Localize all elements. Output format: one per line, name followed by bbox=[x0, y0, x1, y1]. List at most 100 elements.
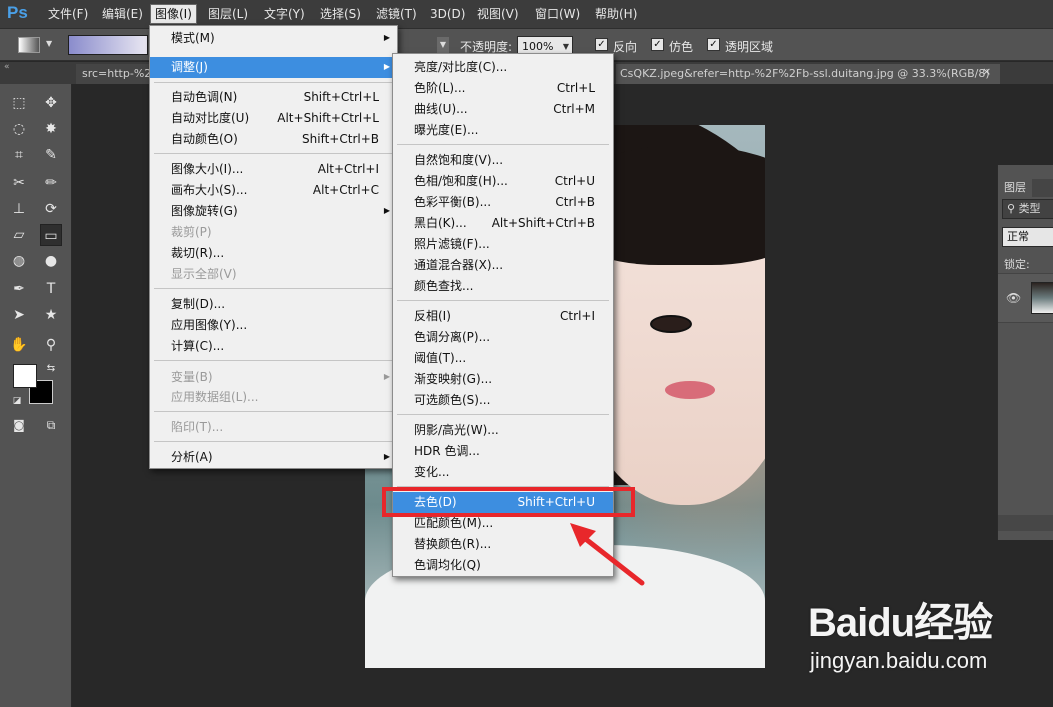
menu-item-trim[interactable]: 裁切(R)... bbox=[150, 243, 397, 264]
document-tab-2[interactable]: CsQKZ.jpeg&refer=http-%2F%2Fb-ssl.duitan… bbox=[616, 64, 1000, 84]
gradient-tool-icon[interactable]: ▭ bbox=[40, 224, 62, 246]
menu-window[interactable]: 窗口(W) bbox=[531, 6, 584, 24]
screen-mode-icon[interactable]: ⧉ bbox=[40, 414, 62, 436]
layer-row[interactable]: 👁 bbox=[998, 273, 1053, 323]
pen-tool-icon[interactable]: ✒ bbox=[8, 278, 30, 300]
magic-wand-icon[interactable]: ✸ bbox=[40, 118, 62, 140]
menu-item-label: 裁切(R)... bbox=[171, 246, 225, 260]
reverse-label: 反向 bbox=[613, 40, 638, 54]
menu-item-duplicate[interactable]: 复制(D)... bbox=[150, 294, 397, 315]
swap-colors-icon[interactable]: ⇆ bbox=[40, 358, 62, 380]
menu-file[interactable]: 文件(F) bbox=[44, 6, 92, 24]
menu-item-label: 可选颜色(S)... bbox=[414, 393, 491, 407]
eyedropper-icon[interactable]: ✎ bbox=[40, 144, 62, 166]
menu-item-label: 变量(B) bbox=[171, 370, 213, 384]
menu-item-image-rotation[interactable]: 图像旋转(G) ▶ bbox=[150, 201, 397, 222]
blend-mode-dropdown[interactable]: ▼ bbox=[437, 37, 449, 53]
menu-filter[interactable]: 滤镜(T) bbox=[372, 6, 421, 24]
menu-help[interactable]: 帮助(H) bbox=[591, 6, 641, 24]
history-brush-icon[interactable]: ⟳ bbox=[40, 198, 62, 220]
menu-item-invert[interactable]: 反相(I) Ctrl+I bbox=[393, 306, 613, 327]
menu-item-label: 分析(A) bbox=[171, 450, 213, 464]
menu-item-threshold[interactable]: 阈值(T)... bbox=[393, 348, 613, 369]
menu-item-label: HDR 色调... bbox=[414, 444, 480, 458]
menu-item-shadows-highlights[interactable]: 阴影/高光(W)... bbox=[393, 420, 613, 441]
lock-label: 锁定: bbox=[1004, 258, 1030, 271]
menu-item-mode[interactable]: 模式(M) ▶ bbox=[150, 28, 397, 49]
tab-layers[interactable]: 图层 bbox=[998, 179, 1032, 197]
menu-type[interactable]: 文字(Y) bbox=[260, 6, 309, 24]
chevron-down-icon[interactable]: ▼ bbox=[46, 39, 52, 48]
menu-item-vibrance[interactable]: 自然饱和度(V)... bbox=[393, 150, 613, 171]
menu-item-photo-filter[interactable]: 照片滤镜(F)... bbox=[393, 234, 613, 255]
menu-item-levels[interactable]: 色阶(L)... Ctrl+L bbox=[393, 78, 613, 99]
menu-view[interactable]: 视图(V) bbox=[473, 6, 523, 24]
menu-item-auto-contrast[interactable]: 自动对比度(U) Alt+Shift+Ctrl+L bbox=[150, 108, 397, 129]
menu-item-image-size[interactable]: 图像大小(I)... Alt+Ctrl+I bbox=[150, 159, 397, 180]
move-tool-icon[interactable]: ✥ bbox=[40, 92, 62, 114]
eye-icon[interactable]: 👁 bbox=[1006, 291, 1021, 305]
healing-brush-icon[interactable]: ✂ bbox=[8, 172, 30, 194]
menu-item-apply-image[interactable]: 应用图像(Y)... bbox=[150, 315, 397, 336]
menu-item-curves[interactable]: 曲线(U)... Ctrl+M bbox=[393, 99, 613, 120]
menu-item-hdr-toning[interactable]: HDR 色调... bbox=[393, 441, 613, 462]
menu-item-calculations[interactable]: 计算(C)... bbox=[150, 336, 397, 357]
shape-tool-icon[interactable]: ★ bbox=[40, 304, 62, 326]
menu-item-black-white[interactable]: 黑白(K)... Alt+Shift+Ctrl+B bbox=[393, 213, 613, 234]
layer-filter-input[interactable]: ⚲ 类型 bbox=[1002, 199, 1053, 219]
menu-item-auto-tone[interactable]: 自动色调(N) Shift+Ctrl+L bbox=[150, 87, 397, 108]
zoom-tool-icon[interactable]: ⚲ bbox=[40, 334, 62, 356]
menu-item-posterize[interactable]: 色调分离(P)... bbox=[393, 327, 613, 348]
menu-edit[interactable]: 编辑(E) bbox=[98, 6, 147, 24]
foreground-color-swatch[interactable] bbox=[13, 364, 37, 388]
default-colors-icon[interactable]: ◪ bbox=[6, 390, 28, 412]
menu-item-color-balance[interactable]: 色彩平衡(B)... Ctrl+B bbox=[393, 192, 613, 213]
path-select-icon[interactable]: ➤ bbox=[8, 304, 30, 326]
menu-item-auto-color[interactable]: 自动颜色(O) Shift+Ctrl+B bbox=[150, 129, 397, 150]
menu-item-analysis[interactable]: 分析(A) ▶ bbox=[150, 447, 397, 468]
menu-item-label: 替换颜色(R)... bbox=[414, 537, 492, 551]
menu-item-label: 变化... bbox=[414, 465, 450, 479]
eraser-tool-icon[interactable]: ▱ bbox=[8, 224, 30, 246]
layer-blend-mode[interactable]: 正常 bbox=[1002, 227, 1053, 247]
gradient-picker[interactable] bbox=[68, 35, 148, 55]
menu-item-shortcut: Ctrl+L bbox=[556, 81, 595, 95]
dodge-tool-icon[interactable]: ● bbox=[40, 250, 62, 272]
dither-checkbox[interactable]: ✓ 仿色 bbox=[651, 38, 693, 55]
marquee-tool-icon[interactable]: ⬚ bbox=[8, 92, 30, 114]
menu-item-exposure[interactable]: 曝光度(E)... bbox=[393, 120, 613, 141]
menu-item-gradient-map[interactable]: 渐变映射(G)... bbox=[393, 369, 613, 390]
transparency-checkbox[interactable]: ✓ 透明区域 bbox=[707, 38, 773, 55]
menu-item-channel-mixer[interactable]: 通道混合器(X)... bbox=[393, 255, 613, 276]
menu-item-variations[interactable]: 变化... bbox=[393, 462, 613, 483]
menu-item-hue-saturation[interactable]: 色相/饱和度(H)... Ctrl+U bbox=[393, 171, 613, 192]
menu-image[interactable]: 图像(I) bbox=[150, 4, 197, 24]
menu-item-brightness-contrast[interactable]: 亮度/对比度(C)... bbox=[393, 57, 613, 78]
type-tool-icon[interactable]: T bbox=[40, 278, 62, 300]
menu-select[interactable]: 选择(S) bbox=[316, 6, 365, 24]
collapse-icon[interactable]: « bbox=[4, 62, 10, 72]
menu-item-color-lookup[interactable]: 颜色查找... bbox=[393, 276, 613, 297]
menu-item-label: 显示全部(V) bbox=[171, 267, 237, 281]
menu-item-adjustments[interactable]: 调整(J) ▶ bbox=[150, 57, 397, 78]
document-tab-1[interactable]: src=http-%2 bbox=[76, 64, 150, 84]
brush-tool-icon[interactable]: ✏ bbox=[40, 172, 62, 194]
menu-layer[interactable]: 图层(L) bbox=[204, 6, 252, 24]
menu-item-label: 陷印(T)... bbox=[171, 420, 224, 434]
menu-item-label: 黑白(K)... bbox=[414, 216, 467, 230]
hand-tool-icon[interactable]: ✋ bbox=[8, 334, 30, 356]
menu-item-label: 反相(I) bbox=[414, 309, 451, 323]
lasso-tool-icon[interactable]: ◌ bbox=[8, 118, 30, 140]
menu-item-shortcut: Ctrl+M bbox=[553, 102, 595, 116]
menu-item-label: 色调均化(Q) bbox=[414, 558, 481, 572]
blur-tool-icon[interactable]: ◍ bbox=[8, 250, 30, 272]
menu-3d[interactable]: 3D(D) bbox=[426, 6, 469, 24]
stamp-tool-icon[interactable]: ⊥ bbox=[8, 198, 30, 220]
menu-item-selective-color[interactable]: 可选颜色(S)... bbox=[393, 390, 613, 411]
menu-item-canvas-size[interactable]: 画布大小(S)... Alt+Ctrl+C bbox=[150, 180, 397, 201]
menu-item-shortcut: Alt+Ctrl+I bbox=[317, 162, 379, 176]
tool-preset-picker[interactable] bbox=[18, 37, 40, 53]
close-icon[interactable]: × bbox=[982, 65, 991, 78]
quick-mask-icon[interactable]: ◙ bbox=[8, 414, 30, 436]
crop-tool-icon[interactable]: ⌗ bbox=[8, 144, 30, 166]
